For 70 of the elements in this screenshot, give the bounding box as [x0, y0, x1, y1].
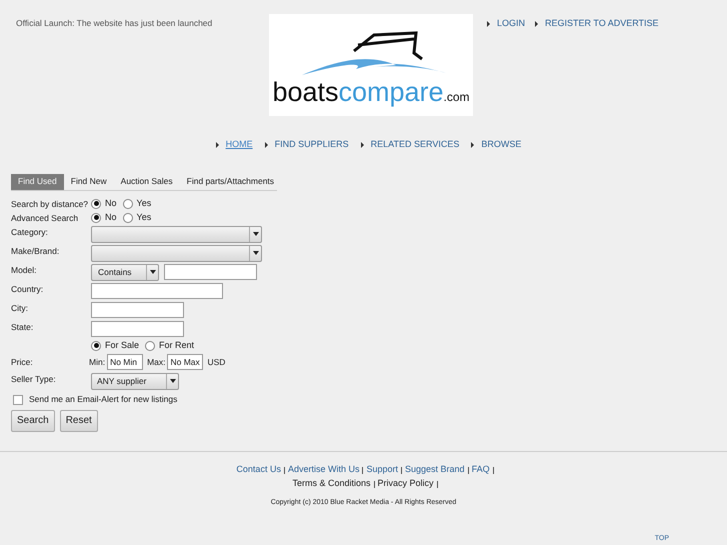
logo-text: .com [444, 91, 470, 103]
radio-label: Yes [136, 196, 152, 210]
radio-label: Yes [136, 210, 152, 224]
announcement-text: Official Launch: The website has just been launched [15, 17, 214, 30]
input-field[interactable] [91, 321, 184, 337]
footer-link[interactable]: Advertise With Us [288, 462, 360, 476]
input-field[interactable]: No Max [167, 354, 204, 370]
bullet-icon [216, 142, 219, 148]
caret-icon [170, 379, 176, 383]
field-label: State: [11, 320, 34, 334]
bullet-icon [264, 142, 268, 148]
footer-link[interactable]: Support [366, 462, 398, 476]
radio-button[interactable] [122, 198, 133, 208]
field-label: Country: [11, 282, 44, 296]
bullet-icon [471, 142, 474, 148]
search-tab[interactable]: Find parts/Attachments [180, 174, 282, 190]
nav-link[interactable]: RELATED SERVICES [370, 138, 460, 152]
nav-link[interactable]: FIND SUPPLIERS [274, 138, 349, 152]
field-label: Max: [147, 356, 166, 368]
footer-link[interactable]: Terms & Conditions [292, 476, 370, 490]
dropdown[interactable] [91, 244, 262, 262]
form-button[interactable]: Reset [60, 410, 98, 432]
radio-button[interactable] [91, 198, 101, 208]
bullet-icon [535, 20, 538, 27]
bullet-icon [487, 20, 490, 27]
radio-label: No [105, 196, 117, 210]
form-button[interactable]: Search [11, 410, 55, 432]
footer-link[interactable]: Privacy Policy [378, 476, 434, 490]
radio-button[interactable] [91, 212, 101, 222]
radio-button[interactable] [122, 212, 133, 222]
account-link[interactable]: REGISTER TO ADVERTISE [545, 17, 659, 30]
caret-icon [252, 232, 258, 236]
search-tab[interactable]: Auction Sales [114, 174, 180, 190]
radio-label: For Sale [105, 338, 140, 352]
currency-label: USD [207, 356, 226, 368]
bullet-icon [360, 142, 364, 148]
dropdown[interactable]: ANY supplier [91, 372, 179, 390]
radio-label: For Rent [159, 338, 194, 352]
footer-link[interactable]: Suggest Brand [405, 462, 465, 476]
field-label: Model: [11, 264, 38, 276]
caret-icon [252, 251, 258, 255]
field-label: Search by distance? [11, 198, 90, 210]
footer-link[interactable]: Contact Us [236, 462, 281, 476]
search-tab[interactable]: Find Used [11, 174, 64, 190]
logo-text: compare [338, 79, 444, 106]
checkbox[interactable] [13, 394, 23, 404]
search-tab[interactable]: Find New [64, 174, 114, 190]
dropdown[interactable]: Contains [91, 264, 159, 280]
logo[interactable]: boatscompare.com [269, 14, 473, 116]
radio-button[interactable] [91, 340, 101, 350]
field-label: Price: [11, 356, 34, 368]
input-field[interactable] [91, 283, 223, 299]
radio-button[interactable] [145, 340, 156, 350]
radio-label: No [105, 210, 117, 224]
field-label: Make/Brand: [11, 244, 60, 258]
nav-link[interactable]: BROWSE [481, 138, 522, 152]
field-label: Min: [89, 356, 106, 368]
account-link[interactable]: LOGIN [497, 17, 526, 30]
input-field[interactable] [91, 302, 184, 318]
nav-link[interactable]: HOME [226, 138, 253, 152]
field-label: Category: [11, 226, 49, 238]
field-label: City: [11, 302, 29, 314]
input-field[interactable]: No Min [107, 354, 144, 370]
field-label: Seller Type: [11, 372, 57, 386]
checkbox-label: Send me an Email-Alert for new listings [29, 393, 178, 406]
field-label: Advanced Search [11, 212, 80, 224]
footer-link[interactable]: FAQ [472, 462, 490, 476]
input-field[interactable] [164, 264, 257, 280]
logo-text: boats [272, 79, 338, 106]
caret-icon [150, 270, 156, 274]
